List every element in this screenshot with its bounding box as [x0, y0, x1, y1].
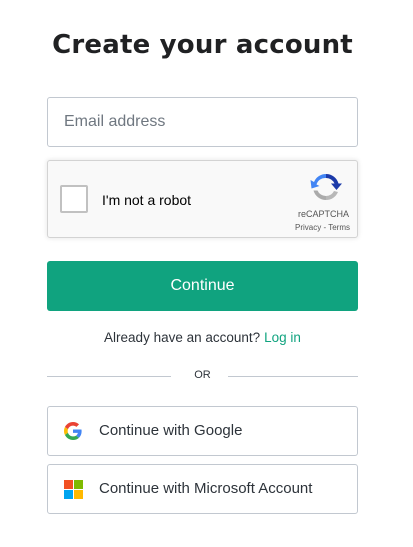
google-button-label: Continue with Google	[99, 422, 243, 439]
recaptcha-terms-link[interactable]: Terms	[328, 223, 350, 232]
divider-text: OR	[194, 369, 211, 381]
recaptcha-brand: reCAPTCHA	[297, 209, 349, 219]
login-prompt: Already have an account? Log in	[0, 330, 405, 345]
microsoft-icon-blue	[64, 490, 73, 499]
microsoft-icon-red	[64, 480, 73, 489]
divider-line-right	[228, 376, 358, 377]
login-prompt-text: Already have an account?	[104, 330, 261, 345]
continue-with-google-button[interactable]: Continue with Google	[47, 406, 358, 456]
microsoft-icon-green	[74, 480, 83, 489]
microsoft-icon	[64, 480, 83, 499]
recaptcha-checkbox[interactable]	[60, 185, 88, 213]
microsoft-icon-yellow	[74, 490, 83, 499]
continue-button[interactable]: Continue	[47, 261, 358, 311]
login-link[interactable]: Log in	[264, 330, 301, 345]
recaptcha-privacy-link[interactable]: Privacy	[295, 223, 321, 232]
recaptcha-links: Privacy - Terms	[295, 223, 350, 232]
email-field[interactable]	[47, 97, 358, 147]
or-divider: OR	[47, 369, 358, 383]
recaptcha-label: I'm not a robot	[102, 192, 192, 208]
continue-with-microsoft-button[interactable]: Continue with Microsoft Account	[47, 464, 358, 514]
recaptcha-logo-icon	[310, 174, 342, 200]
microsoft-button-label: Continue with Microsoft Account	[99, 480, 313, 497]
google-icon	[64, 422, 82, 440]
recaptcha-widget: I'm not a robot reCAPTCHA Privacy - Term…	[47, 160, 358, 238]
page-title: Create your account	[52, 30, 353, 60]
